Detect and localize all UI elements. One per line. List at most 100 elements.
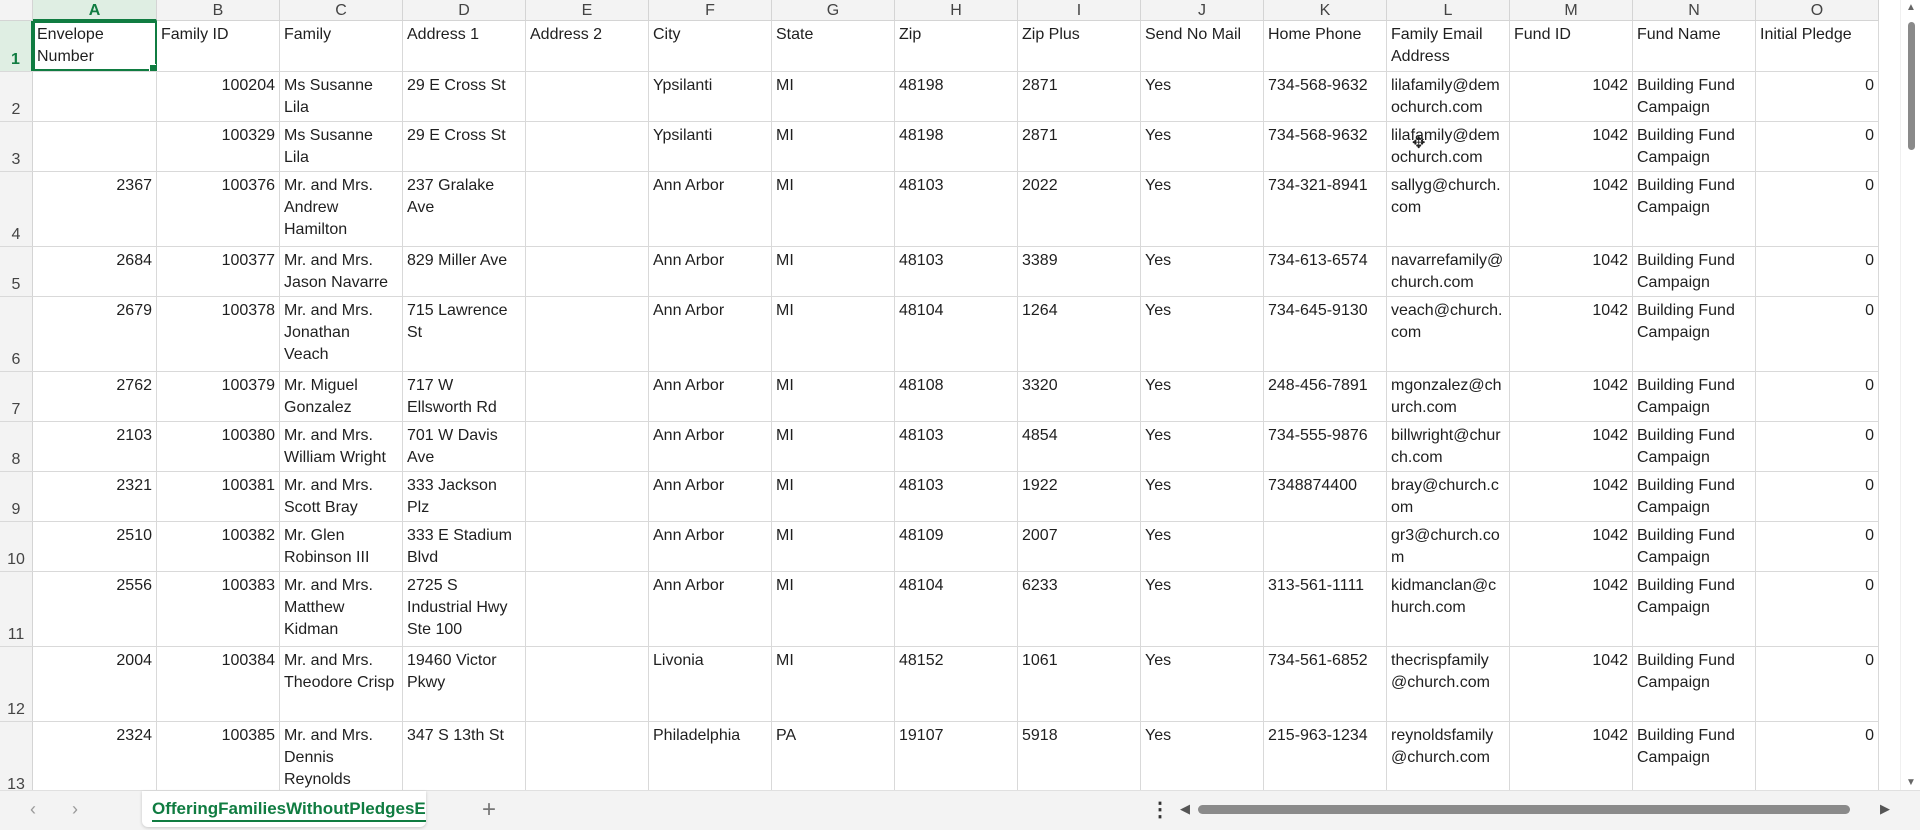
cell-k7[interactable]: 248-456-7891: [1264, 372, 1387, 421]
cell-m3[interactable]: 1042: [1510, 122, 1633, 171]
cell-n10[interactable]: Building Fund Campaign: [1633, 522, 1756, 571]
cell-h2[interactable]: 48198: [895, 72, 1018, 121]
cell-n5[interactable]: Building Fund Campaign: [1633, 247, 1756, 296]
cell-n7[interactable]: Building Fund Campaign: [1633, 372, 1756, 421]
cell-g10[interactable]: MI: [772, 522, 895, 571]
column-header-d[interactable]: D: [403, 0, 526, 21]
cell-n3[interactable]: Building Fund Campaign: [1633, 122, 1756, 171]
cell-n4[interactable]: Building Fund Campaign: [1633, 172, 1756, 246]
cell-i5[interactable]: 3389: [1018, 247, 1141, 296]
row-header-7[interactable]: 7: [0, 372, 33, 421]
cell-c2[interactable]: Ms Susanne Lila: [280, 72, 403, 121]
cell-l9[interactable]: bray@church.com: [1387, 472, 1510, 521]
cell-c12[interactable]: Mr. and Mrs. Theodore Crisp: [280, 647, 403, 721]
cell-m13[interactable]: 1042: [1510, 722, 1633, 790]
column-header-i[interactable]: I: [1018, 0, 1141, 21]
cell-c4[interactable]: Mr. and Mrs. Andrew Hamilton: [280, 172, 403, 246]
row-header-2[interactable]: 2: [0, 72, 33, 121]
cell-k6[interactable]: 734-645-9130: [1264, 297, 1387, 371]
cell-f3[interactable]: Ypsilanti: [649, 122, 772, 171]
cell-d2[interactable]: 29 E Cross St: [403, 72, 526, 121]
select-all-corner[interactable]: [0, 0, 33, 21]
cell-e2[interactable]: [526, 72, 649, 121]
cell-i3[interactable]: 2871: [1018, 122, 1141, 171]
horizontal-scrollbar[interactable]: [1198, 803, 1850, 815]
cell-i11[interactable]: 6233: [1018, 572, 1141, 646]
cell-f9[interactable]: Ann Arbor: [649, 472, 772, 521]
cell-i10[interactable]: 2007: [1018, 522, 1141, 571]
cell-c8[interactable]: Mr. and Mrs. William Wright: [280, 422, 403, 471]
cell-d1[interactable]: Address 1: [403, 21, 526, 71]
cell-b10[interactable]: 100382: [157, 522, 280, 571]
column-header-g[interactable]: G: [772, 0, 895, 21]
cell-i9[interactable]: 1922: [1018, 472, 1141, 521]
cell-l10[interactable]: gr3@church.com: [1387, 522, 1510, 571]
cell-g12[interactable]: MI: [772, 647, 895, 721]
cell-f6[interactable]: Ann Arbor: [649, 297, 772, 371]
cell-c10[interactable]: Mr. Glen Robinson III: [280, 522, 403, 571]
cell-f1[interactable]: City: [649, 21, 772, 71]
cell-g13[interactable]: PA: [772, 722, 895, 790]
cell-o8[interactable]: 0: [1756, 422, 1879, 471]
cell-m9[interactable]: 1042: [1510, 472, 1633, 521]
cell-k2[interactable]: 734-568-9632: [1264, 72, 1387, 121]
cell-o4[interactable]: 0: [1756, 172, 1879, 246]
cell-n2[interactable]: Building Fund Campaign: [1633, 72, 1756, 121]
cell-i13[interactable]: 5918: [1018, 722, 1141, 790]
cell-f12[interactable]: Livonia: [649, 647, 772, 721]
cell-j13[interactable]: Yes: [1141, 722, 1264, 790]
cell-j10[interactable]: Yes: [1141, 522, 1264, 571]
cell-g3[interactable]: MI: [772, 122, 895, 171]
cell-c5[interactable]: Mr. and Mrs. Jason Navarre: [280, 247, 403, 296]
cell-g1[interactable]: State: [772, 21, 895, 71]
cell-k12[interactable]: 734-561-6852: [1264, 647, 1387, 721]
row-header-3[interactable]: 3: [0, 122, 33, 171]
cell-i1[interactable]: Zip Plus: [1018, 21, 1141, 71]
cell-a4[interactable]: 2367: [33, 172, 157, 246]
cell-d10[interactable]: 333 E Stadium Blvd: [403, 522, 526, 571]
cell-g4[interactable]: MI: [772, 172, 895, 246]
cell-b7[interactable]: 100379: [157, 372, 280, 421]
cell-m1[interactable]: Fund ID: [1510, 21, 1633, 71]
cell-g6[interactable]: MI: [772, 297, 895, 371]
cell-j9[interactable]: Yes: [1141, 472, 1264, 521]
cell-a9[interactable]: 2321: [33, 472, 157, 521]
cell-c6[interactable]: Mr. and Mrs. Jonathan Veach: [280, 297, 403, 371]
cell-i12[interactable]: 1061: [1018, 647, 1141, 721]
cell-o2[interactable]: 0: [1756, 72, 1879, 121]
cell-o6[interactable]: 0: [1756, 297, 1879, 371]
cell-m7[interactable]: 1042: [1510, 372, 1633, 421]
cell-a5[interactable]: 2684: [33, 247, 157, 296]
cell-f11[interactable]: Ann Arbor: [649, 572, 772, 646]
cell-f7[interactable]: Ann Arbor: [649, 372, 772, 421]
row-header-1[interactable]: 1: [0, 21, 33, 71]
cell-o1[interactable]: Initial Pledge: [1756, 21, 1879, 71]
cell-e4[interactable]: [526, 172, 649, 246]
cell-j5[interactable]: Yes: [1141, 247, 1264, 296]
cell-a3[interactable]: [33, 122, 157, 171]
cell-e10[interactable]: [526, 522, 649, 571]
cell-o12[interactable]: 0: [1756, 647, 1879, 721]
column-header-o[interactable]: O: [1756, 0, 1879, 21]
cell-f13[interactable]: Philadelphia: [649, 722, 772, 790]
cell-b12[interactable]: 100384: [157, 647, 280, 721]
cell-e13[interactable]: [526, 722, 649, 790]
cell-h10[interactable]: 48109: [895, 522, 1018, 571]
cell-m12[interactable]: 1042: [1510, 647, 1633, 721]
cell-n9[interactable]: Building Fund Campaign: [1633, 472, 1756, 521]
column-header-l[interactable]: L: [1387, 0, 1510, 21]
cell-d4[interactable]: 237 Gralake Ave: [403, 172, 526, 246]
cell-h9[interactable]: 48103: [895, 472, 1018, 521]
cell-a6[interactable]: 2679: [33, 297, 157, 371]
column-header-c[interactable]: C: [280, 0, 403, 21]
cell-c9[interactable]: Mr. and Mrs. Scott Bray: [280, 472, 403, 521]
cell-k1[interactable]: Home Phone: [1264, 21, 1387, 71]
cell-e11[interactable]: [526, 572, 649, 646]
vertical-scrollbar[interactable]: ▲ ▼: [1900, 0, 1920, 790]
cell-h3[interactable]: 48198: [895, 122, 1018, 171]
column-header-n[interactable]: N: [1633, 0, 1756, 21]
cell-j7[interactable]: Yes: [1141, 372, 1264, 421]
column-header-j[interactable]: J: [1141, 0, 1264, 21]
cell-g7[interactable]: MI: [772, 372, 895, 421]
cell-c1[interactable]: Family: [280, 21, 403, 71]
